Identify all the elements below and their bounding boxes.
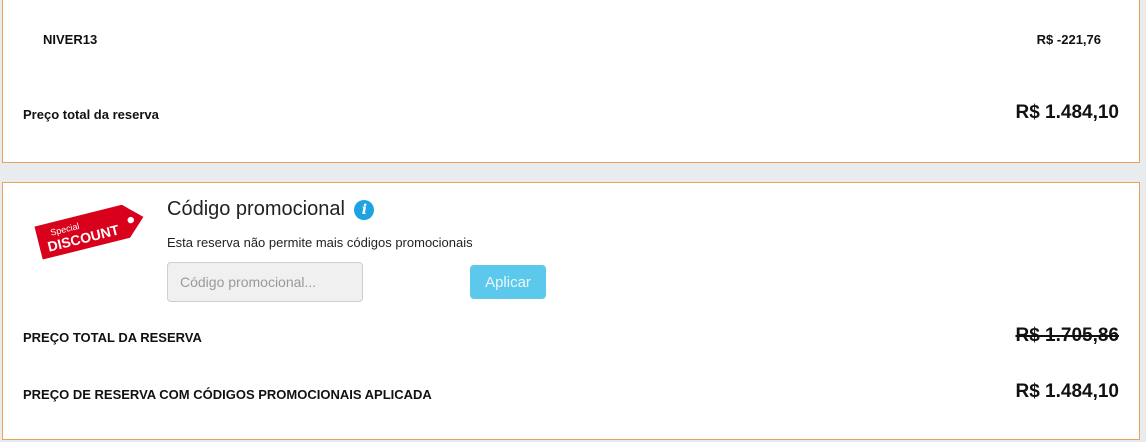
- total-price-value: R$ 1.484,10: [1015, 102, 1119, 123]
- booking-summary-panel: NIVER13 R$ -221,76 Preço total da reserv…: [2, 0, 1140, 163]
- promo-code-panel: Special DISCOUNT Código promocional i Es…: [2, 182, 1140, 440]
- original-total-value: R$ 1.705,86: [1015, 325, 1119, 346]
- discounted-total-value: R$ 1.484,10: [1015, 381, 1119, 402]
- promo-code-input[interactable]: [167, 262, 363, 302]
- total-price-label: Preço total da reserva: [23, 107, 159, 122]
- special-discount-tag-icon: Special DISCOUNT: [34, 204, 144, 260]
- promo-code-heading: Código promocional i: [167, 198, 375, 221]
- info-icon[interactable]: i: [354, 200, 375, 220]
- promo-code-notice: Esta reserva não permite mais códigos pr…: [167, 235, 473, 250]
- apply-promo-button[interactable]: Aplicar: [470, 265, 546, 299]
- discounted-total-label: PREÇO DE RESERVA COM CÓDIGOS PROMOCIONAI…: [23, 387, 432, 402]
- original-total-label: PREÇO TOTAL DA RESERVA: [23, 330, 202, 345]
- applied-coupon-code: NIVER13: [43, 32, 98, 47]
- promo-code-title: Código promocional: [167, 198, 345, 220]
- applied-coupon-amount: R$ -221,76: [1036, 32, 1101, 47]
